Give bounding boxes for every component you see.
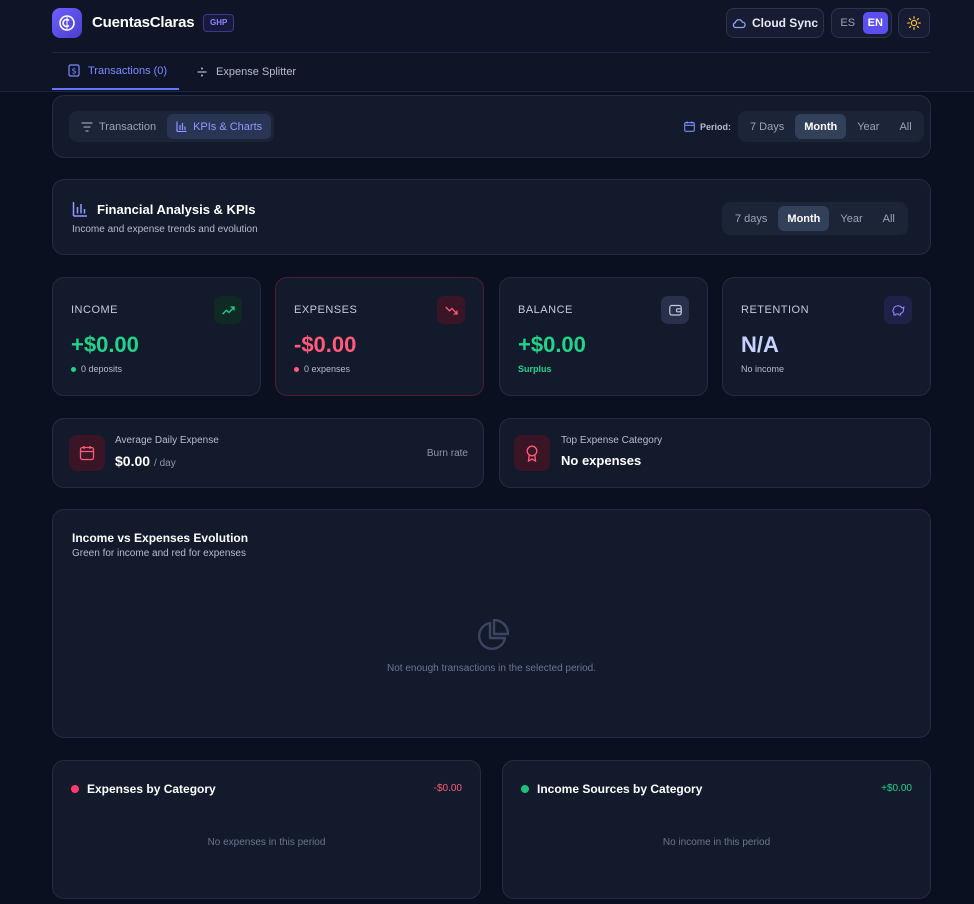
evolution-title: Income vs Expenses Evolution xyxy=(72,531,249,545)
logo-icon xyxy=(59,15,75,31)
kpi-expenses-label: EXPENSES xyxy=(294,304,358,316)
analysis-period-all-button[interactable]: All xyxy=(874,206,904,231)
period-all-button[interactable]: All xyxy=(890,114,920,139)
analysis-period-selector: 7 days Month Year All xyxy=(722,202,908,235)
filter-icon xyxy=(81,121,93,132)
kpi-income-card: INCOME +$0.00 0 deposits xyxy=(52,277,261,396)
period-selector: 7 Days Month Year All xyxy=(738,111,924,142)
income-dot xyxy=(521,785,529,793)
expense-dot xyxy=(71,785,79,793)
expenses-by-category-title: Expenses by Category xyxy=(87,782,216,796)
view-kpis-label: KPIs & Charts xyxy=(193,120,263,133)
income-by-category-title: Income Sources by Category xyxy=(537,782,703,796)
lang-en-button[interactable]: EN xyxy=(862,12,888,34)
view-transaction-label: Transaction xyxy=(99,120,157,133)
theme-toggle-button[interactable] xyxy=(898,8,930,38)
analysis-period-year-button[interactable]: Year xyxy=(831,206,871,231)
kpi-income-sub-group: 0 deposits xyxy=(71,364,122,374)
lang-es-button[interactable]: ES xyxy=(835,12,861,34)
kpi-income-value: +$0.00 xyxy=(71,332,139,357)
app-badge: GHP xyxy=(203,14,235,32)
kpi-retention-sub: No income xyxy=(741,364,785,374)
income-by-category-empty: No income in this period xyxy=(662,837,771,848)
kpi-balance-label: BALANCE xyxy=(518,304,573,316)
view-switcher: Transaction KPIs & Charts xyxy=(69,111,275,142)
avg-daily-value-group: $0.00 / day xyxy=(115,453,176,469)
kpi-retention-value: N/A xyxy=(741,332,779,357)
pie-chart-icon xyxy=(475,618,510,653)
tab-expense-splitter-label: Expense Splitter xyxy=(216,65,297,78)
app-title: CuentasClaras xyxy=(92,14,195,31)
svg-text:$: $ xyxy=(71,67,76,76)
expense-dot xyxy=(294,366,299,372)
evolution-chart-card: Income vs Expenses Evolution Green for i… xyxy=(52,509,931,738)
analysis-title: Financial Analysis & KPIs xyxy=(97,201,256,217)
kpi-balance-sub: Surplus xyxy=(518,364,552,374)
expenses-by-category-empty: No expenses in this period xyxy=(207,837,326,848)
income-dot xyxy=(71,366,76,372)
toolbar-card: Transaction KPIs & Charts Period: 7 Days… xyxy=(52,95,931,158)
kpi-expenses-value: -$0.00 xyxy=(294,332,357,357)
analysis-subtitle: Income and expense trends and evolution xyxy=(72,224,258,235)
avg-daily-label: Average Daily Expense xyxy=(115,435,219,446)
period-year-button[interactable]: Year xyxy=(848,114,888,139)
tab-transactions-label: Transactions (0) xyxy=(88,64,168,77)
kpi-income-label: INCOME xyxy=(71,304,118,316)
trend-up-icon xyxy=(214,296,242,324)
income-by-category-title-group: Income Sources by Category xyxy=(521,782,702,796)
language-switcher: ES EN xyxy=(831,8,892,38)
cloud-icon xyxy=(732,19,746,29)
kpi-balance-card: BALANCE +$0.00 Surplus xyxy=(499,277,708,396)
period-month-button[interactable]: Month xyxy=(795,114,847,139)
tab-expense-splitter[interactable]: Expense Splitter xyxy=(194,53,314,90)
evolution-subtitle: Green for income and red for expenses xyxy=(72,548,246,559)
avg-daily-unit: / day xyxy=(154,458,176,469)
cloud-sync-label: Cloud Sync xyxy=(751,16,818,30)
bar-chart-icon xyxy=(176,121,187,132)
trend-down-icon xyxy=(437,296,465,324)
view-transaction-button[interactable]: Transaction xyxy=(72,114,165,139)
view-kpis-button[interactable]: KPIs & Charts xyxy=(167,114,272,139)
kpi-income-sub: 0 deposits xyxy=(81,364,123,374)
analysis-title-group: Financial Analysis & KPIs xyxy=(72,201,255,217)
top-category-label: Top Expense Category xyxy=(561,435,663,446)
divide-icon xyxy=(197,67,207,76)
expenses-by-category-title-group: Expenses by Category xyxy=(71,782,216,796)
wallet-icon xyxy=(661,296,689,324)
period-label: Period: xyxy=(700,121,732,132)
header-divider xyxy=(52,52,930,53)
kpi-retention-label: RETENTION xyxy=(741,304,810,316)
period-7days-button[interactable]: 7 Days xyxy=(741,114,793,139)
calendar-icon xyxy=(684,121,695,132)
cloud-sync-button[interactable]: Cloud Sync xyxy=(726,8,824,38)
kpi-expenses-card: EXPENSES -$0.00 0 expenses xyxy=(275,277,484,396)
top-category-value: No expenses xyxy=(561,453,642,468)
income-by-category-card: Income Sources by Category +$0.00 No inc… xyxy=(502,760,931,899)
calendar-icon xyxy=(69,435,105,471)
app-logo[interactable] xyxy=(52,8,82,38)
period-label-group: Period: xyxy=(684,121,731,132)
dollar-doc-icon: $ xyxy=(68,64,80,77)
expenses-by-category-total: -$0.00 xyxy=(433,783,462,794)
kpi-expenses-sub-group: 0 expenses xyxy=(294,364,350,374)
analysis-header-card: Financial Analysis & KPIs Income and exp… xyxy=(52,179,931,255)
kpi-retention-card: RETENTION N/A No income xyxy=(722,277,931,396)
tab-transactions[interactable]: $ Transactions (0) xyxy=(52,53,179,90)
analysis-period-month-button[interactable]: Month xyxy=(778,206,830,231)
bar-chart-icon xyxy=(72,202,87,217)
evolution-empty-message: Not enough transactions in the selected … xyxy=(386,663,597,674)
expenses-by-category-card: Expenses by Category -$0.00 No expenses … xyxy=(52,760,481,899)
award-icon xyxy=(514,435,550,471)
income-by-category-total: +$0.00 xyxy=(881,783,912,794)
burn-rate-note: Burn rate xyxy=(426,448,468,459)
sun-icon xyxy=(907,16,921,30)
kpi-balance-value: +$0.00 xyxy=(518,332,586,357)
piggy-bank-icon xyxy=(884,296,912,324)
avg-daily-value: $0.00 xyxy=(115,453,151,469)
analysis-period-7days-button[interactable]: 7 days xyxy=(726,206,776,231)
top-expense-category-card: Top Expense Category No expenses xyxy=(499,418,931,488)
avg-daily-expense-card: Average Daily Expense $0.00 / day Burn r… xyxy=(52,418,484,488)
kpi-expenses-sub: 0 expenses xyxy=(304,364,351,374)
